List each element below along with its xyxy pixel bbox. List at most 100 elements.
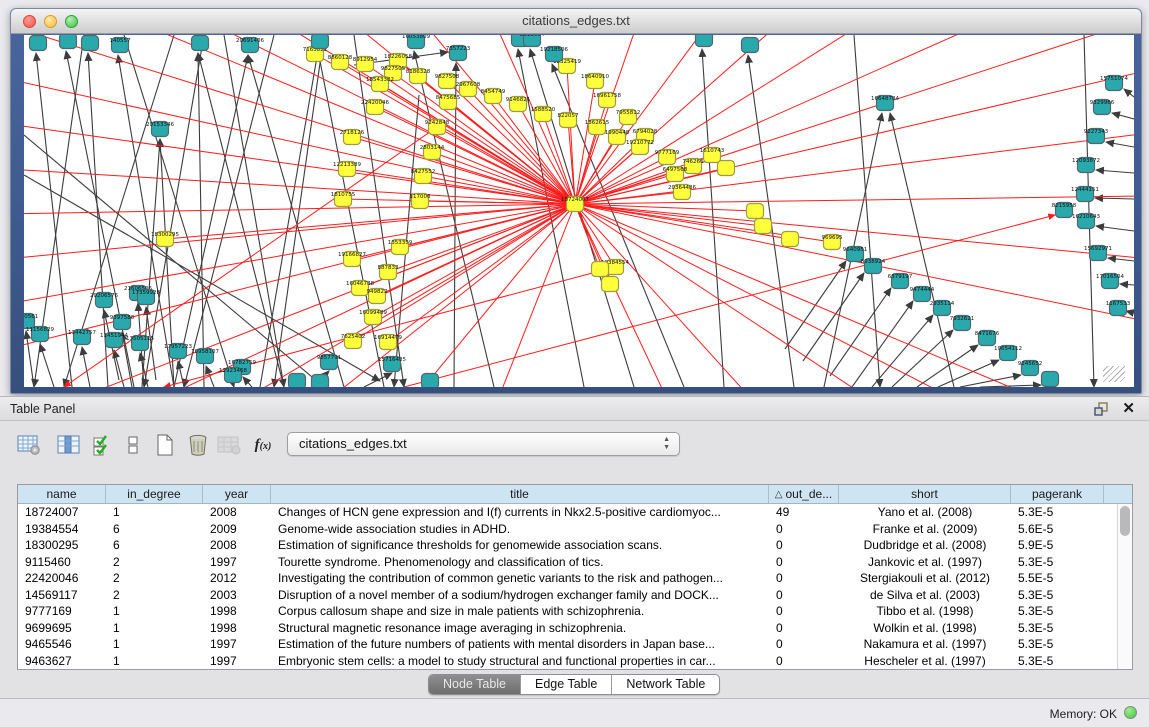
table-cell: 6 — [106, 521, 203, 538]
svg-text:19166827: 19166827 — [338, 252, 366, 258]
svg-text:8813054: 8813054 — [520, 35, 545, 38]
table-scrollbar[interactable] — [1117, 504, 1132, 669]
svg-text:12093872: 12093872 — [1072, 158, 1100, 164]
table-cell: 5.3E-5 — [1011, 653, 1104, 670]
svg-text:15751074: 15751074 — [1100, 76, 1128, 82]
svg-text:9146821: 9146821 — [506, 97, 531, 103]
table-row[interactable]: 2242004622012Investigating the contribut… — [18, 570, 1132, 587]
table-row[interactable]: 1938455462009Genome-wide association stu… — [18, 521, 1132, 538]
svg-text:19218506: 19218506 — [540, 47, 568, 53]
table-cell: de Silva et al. (2003) — [839, 587, 1011, 604]
table-cell: 5.3E-5 — [1011, 620, 1104, 637]
svg-text:10654112: 10654112 — [994, 346, 1022, 352]
table-cell: 18724007 — [18, 504, 106, 521]
table-cell: 9465546 — [18, 636, 106, 653]
table-cell: Yano et al. (2008) — [839, 504, 1011, 521]
table-row[interactable]: 946554611997Estimation of the future num… — [18, 636, 1132, 653]
svg-text:9857791: 9857791 — [317, 355, 342, 361]
svg-text:2718126: 2718126 — [340, 130, 365, 136]
delete-trash-button[interactable] — [183, 431, 213, 459]
table-cell: 1998 — [203, 603, 271, 620]
svg-text:1990448: 1990448 — [605, 130, 630, 136]
table-row[interactable]: 1456911722003Disruption of a novel membe… — [18, 587, 1132, 604]
column-header-name[interactable]: name — [18, 485, 106, 503]
node-table-header: name in_degree year title △out_de... sho… — [18, 485, 1132, 504]
table-row[interactable]: 1830029562008Estimation of significance … — [18, 537, 1132, 554]
table-settings-button[interactable] — [14, 431, 44, 459]
function-builder-button[interactable]: f(x) — [248, 431, 278, 459]
table-cell: 2 — [106, 570, 203, 587]
svg-text:17359928: 17359928 — [132, 290, 160, 296]
table-cell: 49 — [769, 504, 839, 521]
row-height-button[interactable] — [118, 431, 148, 459]
svg-text:20153346: 20153346 — [146, 122, 174, 128]
column-header-in-degree[interactable]: in_degree — [106, 485, 203, 503]
new-document-button[interactable] — [150, 431, 180, 459]
svg-text:16543382: 16543382 — [366, 77, 394, 83]
svg-text:1610743: 1610743 — [700, 148, 725, 154]
table-scrollbar-thumb[interactable] — [1120, 506, 1130, 536]
column-header-year[interactable]: year — [203, 485, 271, 503]
table-cell: Estimation of significance thresholds fo… — [271, 537, 769, 554]
svg-text:9329966: 9329966 — [1090, 100, 1115, 106]
table-cell: Estimation of the future numbers of pati… — [271, 636, 769, 653]
svg-text:12444151: 12444151 — [1071, 187, 1099, 193]
table-cell: 2009 — [203, 521, 271, 538]
svg-text:9242848: 9242848 — [425, 120, 450, 126]
table-cell: Jankovic et al. (1997) — [839, 554, 1011, 571]
select-columns-button[interactable] — [88, 431, 118, 459]
table-cell: 1 — [106, 636, 203, 653]
tab-network-table[interactable]: Network Table — [612, 675, 719, 694]
network-table-select[interactable]: citations_edges.txt ▲▼ — [287, 432, 680, 456]
svg-text:16210643: 16210643 — [1072, 214, 1100, 220]
window-resize-grip[interactable] — [1103, 366, 1125, 382]
table-cell: Wolkin et al. (1998) — [839, 620, 1011, 637]
svg-text:17016504: 17016504 — [1096, 274, 1124, 280]
table-cell: 5.9E-5 — [1011, 537, 1104, 554]
table-row[interactable]: 911546021997Tourette syndrome. Phenomeno… — [18, 554, 1132, 571]
svg-text:9150561: 9150561 — [24, 314, 38, 320]
close-panel-icon[interactable]: ✕ — [1122, 399, 1135, 417]
svg-text:8475685: 8475685 — [436, 95, 461, 101]
column-header-out-degree[interactable]: △out_de... — [769, 485, 839, 503]
svg-text:18640910: 18640910 — [581, 74, 609, 80]
table-row[interactable]: 946362711997Embryonic stem cells: a mode… — [18, 653, 1132, 670]
table-cell: 5.3E-5 — [1011, 603, 1104, 620]
table-cell: Tourette syndrome. Phenomenology and cla… — [271, 554, 769, 571]
table-cell: 1 — [106, 620, 203, 637]
table-row[interactable]: 1872400712008Changes of HCN gene express… — [18, 504, 1132, 521]
svg-text:18226058: 18226058 — [384, 54, 412, 60]
table-cell: 1 — [106, 653, 203, 670]
column-header-title[interactable]: title — [271, 485, 769, 503]
tab-edge-table[interactable]: Edge Table — [521, 675, 612, 694]
float-panel-icon[interactable] — [1093, 401, 1109, 417]
table-row[interactable]: 977716911998Corpus callosum shape and si… — [18, 603, 1132, 620]
svg-text:15692971: 15692971 — [1084, 246, 1112, 252]
svg-text:8860128: 8860128 — [328, 55, 353, 61]
column-header-pagerank[interactable]: pagerank — [1011, 485, 1104, 503]
table-cell: Investigating the contribution of common… — [271, 570, 769, 587]
node-table: name in_degree year title △out_de... sho… — [17, 484, 1133, 670]
table-cell: 1997 — [203, 554, 271, 571]
svg-text:12923468: 12923468 — [219, 368, 247, 374]
table-cell: 2012 — [203, 570, 271, 587]
table-cell: 2003 — [203, 587, 271, 604]
table-cell: 5.3E-5 — [1011, 587, 1104, 604]
column-header-short[interactable]: short — [839, 485, 1011, 503]
tab-node-table[interactable]: Node Table — [429, 675, 521, 694]
table-row[interactable]: 969969511998Structural magnetic resonanc… — [18, 620, 1132, 637]
svg-text:7932621: 7932621 — [950, 316, 975, 322]
delete-table-disabled-button — [214, 431, 244, 459]
network-canvas[interactable]: 1872400718300295716382288601288912954182… — [24, 35, 1134, 387]
table-panel: Table Panel ✕ — [0, 396, 1149, 699]
svg-text:9827505: 9827505 — [381, 66, 406, 72]
network-window-titlebar[interactable]: citations_edges.txt — [11, 9, 1141, 34]
svg-text:8215958: 8215958 — [1052, 203, 1077, 209]
svg-text:16958107: 16958107 — [191, 349, 219, 355]
table-cell: 2008 — [203, 537, 271, 554]
table-cell: 2 — [106, 554, 203, 571]
table-cell: 18300295 — [18, 537, 106, 554]
show-column-button[interactable] — [54, 431, 84, 459]
table-cell: 9777169 — [18, 603, 106, 620]
svg-text:2935114: 2935114 — [930, 301, 955, 307]
